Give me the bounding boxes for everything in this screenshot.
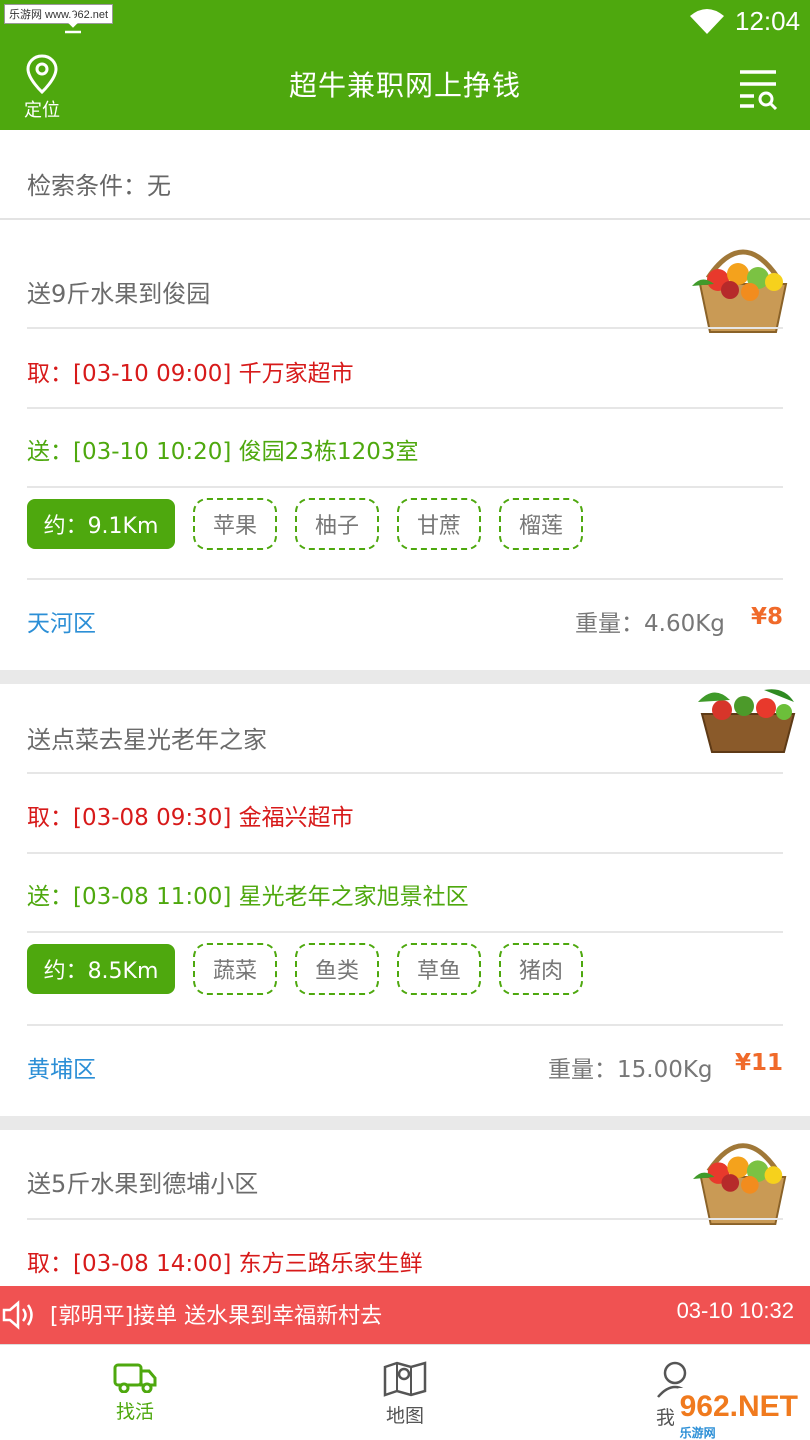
truck-icon [113, 1363, 157, 1393]
pickup-info: 取：[03-10 09:00] 千万家超市 [27, 361, 354, 387]
item-tag: 鱼类 [295, 943, 379, 995]
tab-map[interactable]: 地图 [270, 1345, 540, 1440]
divider [27, 1218, 783, 1220]
pickup-info: 取：[03-08 09:30] 金福兴超市 [27, 805, 354, 831]
search-condition-bar: 检索条件：无 [0, 130, 810, 220]
item-tag: 猪肉 [499, 943, 583, 995]
dropoff-info: 送：[03-10 10:20] 俊园23栋1203室 [27, 439, 419, 465]
order-tags: 约：9.1Km 苹果 柚子 甘蔗 榴莲 [27, 498, 583, 550]
map-icon [383, 1361, 427, 1397]
item-tag: 草鱼 [397, 943, 481, 995]
item-tag: 榴莲 [499, 498, 583, 550]
item-tag: 甘蔗 [397, 498, 481, 550]
divider [27, 407, 783, 409]
status-clock: 12:04 [735, 6, 801, 36]
item-tag: 柚子 [295, 498, 379, 550]
notification-time: 03-10 10:32 [676, 1298, 794, 1323]
price-label: ¥11 [734, 1050, 783, 1076]
speaker-icon [2, 1300, 33, 1330]
order-title: 送9斤水果到俊园 [27, 280, 211, 308]
vegetable-basket-icon [698, 689, 796, 753]
status-bar: 乐游网 www.962.net 12:04 [0, 0, 810, 44]
weight-label: 重量：4.60Kg [575, 611, 725, 637]
weight-label: 重量：15.00Kg [548, 1057, 713, 1083]
fruit-basket-icon [693, 1143, 787, 1226]
page-title: 超牛兼职网上挣钱 [288, 69, 521, 102]
pickup-info: 取：[03-08 14:00] 东方三路乐家生鲜 [27, 1251, 423, 1277]
divider [27, 578, 783, 580]
order-card[interactable]: 送点菜去星光老年之家 取：[03-08 09:30] 金福兴超市 送：[03-0… [0, 684, 810, 1116]
divider [27, 852, 783, 854]
site-watermark: 乐游网 www.962.net [4, 4, 114, 24]
order-footer: 天河区 重量：4.60Kg ¥8 [27, 604, 783, 644]
dropoff-info: 送：[03-08 11:00] 星光老年之家旭景社区 [27, 884, 469, 910]
divider [27, 1024, 783, 1026]
divider [27, 772, 783, 774]
divider [27, 327, 783, 329]
notification-bar[interactable]: [郭明平]接单 送水果到幸福新村去 03-10 10:32 [0, 1286, 810, 1344]
notification-message: [郭明平]接单 送水果到幸福新村去 [50, 1304, 383, 1329]
app-header: 定位 超牛兼职网上挣钱 [0, 44, 810, 130]
order-title: 送点菜去星光老年之家 [27, 726, 267, 754]
logo-text: 962.NET [679, 1390, 798, 1423]
tab-label: 找活 [115, 1401, 154, 1423]
divider [27, 486, 783, 488]
tab-find-work[interactable]: 找活 [0, 1345, 270, 1440]
district-label: 黄埔区 [27, 1057, 96, 1083]
order-tags: 约：8.5Km 蔬菜 鱼类 草鱼 猪肉 [27, 943, 583, 995]
price-label: ¥8 [750, 604, 783, 630]
item-tag: 苹果 [193, 498, 277, 550]
distance-badge: 约：8.5Km [27, 944, 175, 994]
card-separator [0, 1116, 810, 1130]
distance-badge: 约：9.1Km [27, 499, 175, 549]
search-condition-text: 检索条件：无 [27, 172, 171, 200]
order-card[interactable]: 送5斤水果到德埔小区 取：[03-08 14:00] 东方三路乐家生鲜 [0, 1130, 810, 1286]
item-tag: 蔬菜 [193, 943, 277, 995]
logo-subtext: 乐游网 [679, 1426, 716, 1440]
divider [27, 931, 783, 933]
download-icon [65, 12, 81, 34]
card-separator [0, 670, 810, 684]
order-title: 送5斤水果到德埔小区 [27, 1170, 259, 1198]
tab-label: 地图 [385, 1405, 424, 1427]
order-card[interactable]: 送9斤水果到俊园 取：[03-10 09:00] 千万家超市 送：[03-10 … [0, 222, 810, 670]
wifi-icon [690, 9, 724, 34]
search-list-icon[interactable] [736, 66, 780, 110]
order-footer: 黄埔区 重量：15.00Kg ¥11 [27, 1050, 783, 1090]
site-logo: 962.NET 乐游网 [673, 1388, 804, 1440]
fruit-basket-icon [692, 249, 788, 333]
district-label: 天河区 [27, 611, 96, 637]
